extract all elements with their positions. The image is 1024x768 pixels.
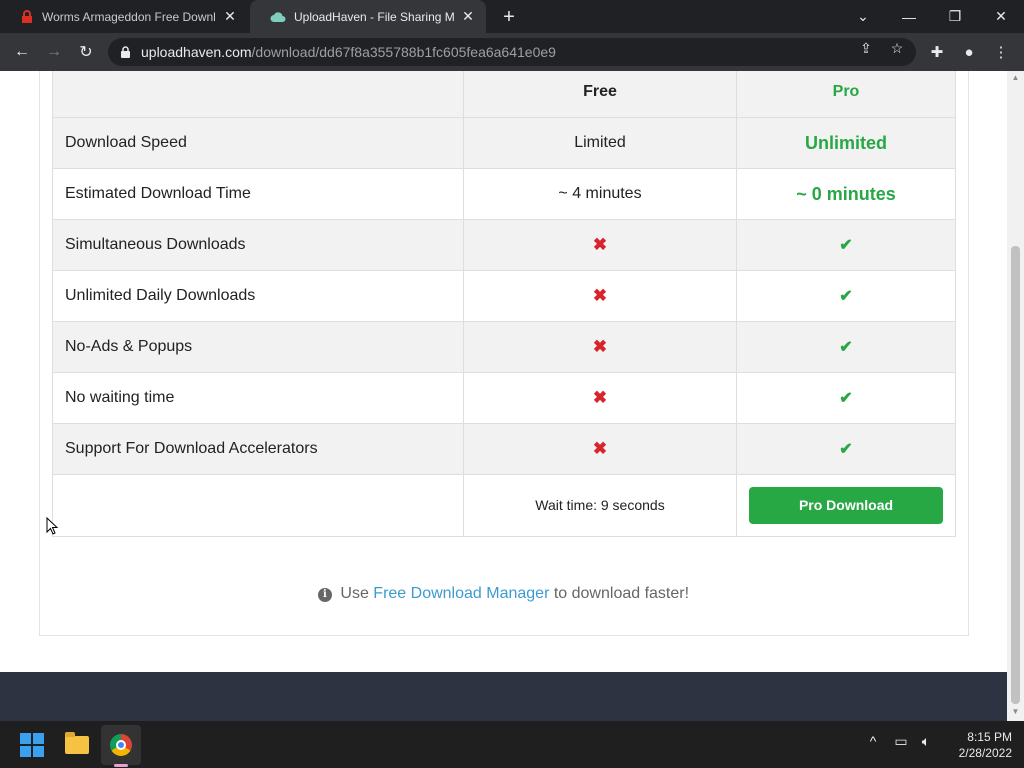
lock-icon [121, 45, 130, 58]
menu-kebab-icon[interactable]: ⋮ [990, 41, 1012, 63]
table-row: Unlimited Daily Downloads ✖ ✔ [52, 270, 956, 322]
site-footer [0, 672, 1007, 721]
free-value: Limited [463, 117, 737, 169]
download-hint: i Use Free Download Manager to download … [0, 585, 1007, 603]
volume-icon[interactable]: 🔈︎ [915, 733, 937, 750]
table-footer-row: Wait time: 9 seconds Pro Download [52, 474, 956, 537]
address-bar[interactable]: uploadhaven.com/download/dd67f8a355788b1… [108, 38, 916, 66]
tab-uploadhaven[interactable]: UploadHaven - File Sharing Made ✕ [250, 0, 486, 33]
close-tab-icon[interactable]: ✕ [460, 8, 476, 25]
profile-icon[interactable]: ● [958, 41, 980, 63]
minimize-button[interactable]: — [886, 0, 932, 33]
url-path: /download/dd67f8a355788b1fc605fea6a641e0… [251, 44, 556, 60]
table-row: Simultaneous Downloads ✖ ✔ [52, 219, 956, 271]
table-row: No-Ads & Popups ✖ ✔ [52, 321, 956, 373]
share-icon[interactable]: ⇪ [857, 39, 875, 57]
scroll-down-icon[interactable]: ▼ [1007, 707, 1024, 719]
info-icon: i [317, 588, 332, 602]
clock-date: 2/28/2022 [958, 746, 1012, 760]
x-icon: ✖ [592, 439, 608, 458]
check-icon: ✔ [839, 237, 853, 254]
check-icon: ✔ [839, 390, 853, 407]
folder-icon [65, 732, 89, 754]
check-icon: ✔ [839, 441, 853, 458]
comparison-table: Free Pro Download Speed Limited Unlimite… [52, 71, 956, 537]
new-tab-button[interactable]: + [498, 6, 520, 28]
tray-chevron-icon[interactable]: ^ [862, 733, 884, 749]
lock-warning-icon [22, 9, 32, 23]
url-host: uploadhaven.com [141, 44, 252, 60]
page-viewport: Free Pro Download Speed Limited Unlimite… [0, 71, 1007, 721]
extensions-puzzle-icon[interactable]: ✚ [926, 41, 948, 63]
feature-label: Unlimited Daily Downloads [52, 270, 464, 322]
footer-blank [52, 474, 464, 537]
table-row: No waiting time ✖ ✔ [52, 372, 956, 424]
x-icon: ✖ [592, 337, 608, 356]
table-row: Support For Download Accelerators ✖ ✔ [52, 423, 956, 475]
scroll-thumb[interactable] [1011, 246, 1020, 704]
restore-button[interactable]: ❐ [932, 0, 978, 33]
check-icon: ✔ [839, 339, 853, 356]
x-icon: ✖ [592, 235, 608, 254]
x-icon: ✖ [592, 388, 608, 407]
windows-taskbar: ^ ▭ 🔈︎ 8:15 PM 2/28/2022 [0, 721, 1024, 768]
windows-logo-icon [20, 733, 44, 757]
tab-search-chevron-icon[interactable]: ⌄ [840, 0, 886, 33]
scroll-up-icon[interactable]: ▲ [1007, 73, 1024, 85]
network-icon[interactable]: ▭ [890, 733, 912, 750]
page-scrollbar[interactable]: ▲ ▼ [1007, 71, 1024, 721]
mouse-cursor-icon [46, 517, 58, 535]
header-pro: Pro [736, 71, 956, 118]
taskbar-clock[interactable]: 8:15 PM 2/28/2022 [942, 729, 1012, 761]
check-icon: ✔ [839, 288, 853, 305]
feature-label: Simultaneous Downloads [52, 219, 464, 271]
pro-value: Unlimited [804, 132, 887, 153]
feature-label: No-Ads & Popups [52, 321, 464, 373]
feature-label: Download Speed [52, 117, 464, 169]
close-window-button[interactable]: ✕ [978, 0, 1024, 33]
x-icon: ✖ [592, 286, 608, 305]
tab-worms[interactable]: Worms Armageddon Free Downl ✕ [0, 0, 248, 33]
tab-title: Worms Armageddon Free Downl [42, 9, 216, 24]
close-tab-icon[interactable]: ✕ [222, 8, 238, 25]
back-button[interactable]: ← [10, 40, 34, 64]
browser-toolbar: ← → ↻ uploadhaven.com/download/dd67f8a35… [0, 33, 1024, 71]
tab-strip: Worms Armageddon Free Downl ✕ UploadHave… [0, 0, 1024, 33]
active-app-indicator [114, 764, 128, 767]
hint-suffix: to download faster! [553, 585, 690, 602]
header-free: Free [463, 71, 737, 118]
free-value: ~ 4 minutes [463, 168, 737, 220]
wait-time-text: Wait time: 9 seconds [535, 496, 665, 513]
start-button[interactable] [12, 725, 52, 765]
feature-label: No waiting time [52, 372, 464, 424]
tab-title: UploadHaven - File Sharing Made [294, 9, 454, 24]
chrome-icon [110, 734, 132, 756]
table-row: Download Speed Limited Unlimited [52, 117, 956, 169]
pro-download-button[interactable]: Pro Download [749, 487, 943, 524]
header-blank [52, 71, 464, 118]
file-explorer-button[interactable] [57, 725, 97, 765]
feature-label: Support For Download Accelerators [52, 423, 464, 475]
cloud-icon [270, 11, 286, 22]
pro-value: ~ 0 minutes [796, 183, 896, 204]
feature-label: Estimated Download Time [52, 168, 464, 220]
fdm-link[interactable]: Free Download Manager [373, 585, 549, 602]
bookmark-star-icon[interactable]: ☆ [888, 39, 906, 57]
hint-prefix: Use [340, 585, 369, 602]
table-row: Estimated Download Time ~ 4 minutes ~ 0 … [52, 168, 956, 220]
table-header-row: Free Pro [52, 71, 956, 118]
reload-button[interactable]: ↻ [74, 40, 98, 64]
forward-button[interactable]: → [42, 40, 66, 64]
chrome-taskbar-button[interactable] [101, 725, 141, 765]
clock-time: 8:15 PM [967, 730, 1012, 744]
